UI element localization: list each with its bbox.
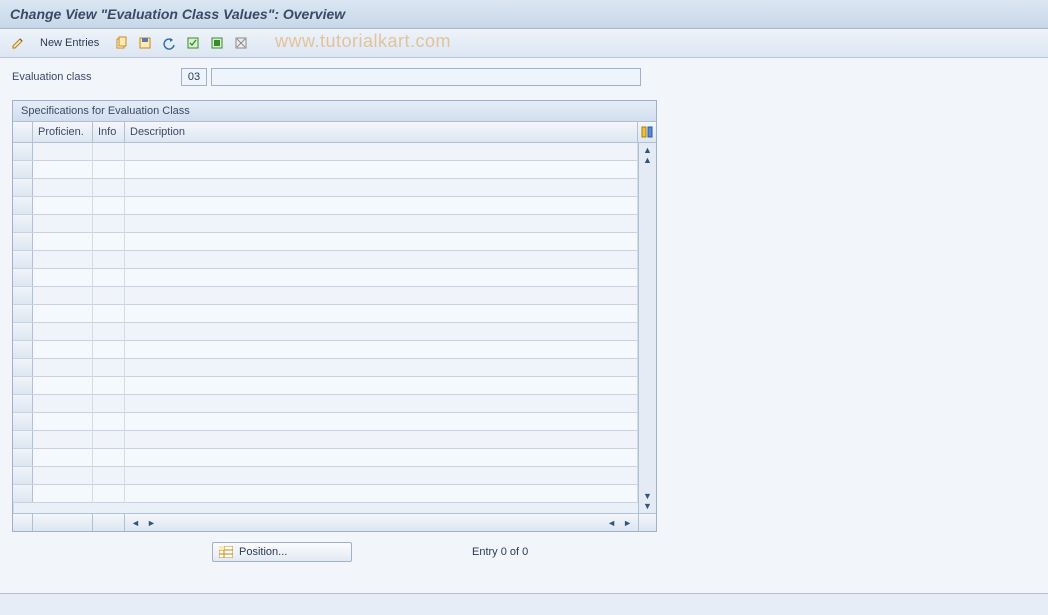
content-area: Evaluation class Specifications for Eval… [0, 58, 1048, 572]
table-row[interactable] [13, 359, 638, 377]
evaluation-class-label: Evaluation class [12, 71, 177, 83]
table-settings-icon[interactable] [638, 122, 656, 142]
col-description[interactable]: Description [125, 122, 638, 142]
page-title: Change View "Evaluation Class Values": O… [10, 6, 1038, 22]
scroll-left-icon[interactable]: ◄ [129, 518, 142, 528]
table-row[interactable] [13, 179, 638, 197]
copy-icon[interactable] [111, 33, 131, 53]
entry-status: Entry 0 of 0 [472, 546, 528, 558]
watermark-text: www.tutorialkart.com [275, 31, 451, 52]
table-row[interactable] [13, 413, 638, 431]
table-row[interactable] [13, 269, 638, 287]
change-icon[interactable] [8, 33, 28, 53]
panel-title: Specifications for Evaluation Class [13, 101, 656, 122]
evaluation-class-code-input[interactable] [181, 68, 207, 86]
select-all-icon[interactable] [183, 33, 203, 53]
position-button[interactable]: Position... [212, 542, 352, 562]
footer-row: Position... Entry 0 of 0 [12, 542, 1036, 562]
scroll-down-icon[interactable]: ▼ [643, 491, 652, 501]
table-row[interactable] [13, 305, 638, 323]
spec-panel: Specifications for Evaluation Class Prof… [12, 100, 657, 532]
table-row[interactable] [13, 323, 638, 341]
table-row[interactable] [13, 431, 638, 449]
table-row[interactable] [13, 197, 638, 215]
evaluation-class-desc-input[interactable] [211, 68, 641, 86]
grid-header: Proficien. Info Description [13, 122, 656, 143]
scroll-up-icon[interactable]: ▲ [643, 155, 652, 165]
save-variant-icon[interactable] [135, 33, 155, 53]
row-selector-header[interactable] [13, 122, 33, 142]
table-row[interactable] [13, 287, 638, 305]
vertical-scrollbar[interactable]: ▲ ▲ ▼ ▼ [638, 143, 656, 513]
title-bar: Change View "Evaluation Class Values": O… [0, 0, 1048, 29]
table-row[interactable] [13, 467, 638, 485]
table-row[interactable] [13, 485, 638, 503]
table-row[interactable] [13, 161, 638, 179]
new-entries-button[interactable]: New Entries [32, 35, 107, 51]
col-info[interactable]: Info [93, 122, 125, 142]
table-row[interactable] [13, 143, 638, 161]
scroll-up-icon[interactable]: ▲ [643, 145, 652, 155]
table-row[interactable] [13, 215, 638, 233]
grid-body: ▲ ▲ ▼ ▼ [13, 143, 656, 513]
table-row[interactable] [13, 251, 638, 269]
evaluation-class-row: Evaluation class [12, 68, 1036, 86]
table-row[interactable] [13, 341, 638, 359]
toolbar: New Entries www.tutorialkart.com [0, 29, 1048, 58]
table-row[interactable] [13, 395, 638, 413]
scroll-right-icon[interactable]: ► [145, 518, 158, 528]
position-button-label: Position... [239, 546, 287, 558]
table-row[interactable] [13, 449, 638, 467]
table-row[interactable] [13, 377, 638, 395]
table-row[interactable] [13, 233, 638, 251]
undo-icon[interactable] [159, 33, 179, 53]
select-block-icon[interactable] [207, 33, 227, 53]
scroll-left-end-icon[interactable]: ◄ [605, 518, 618, 528]
grid-rows [13, 143, 638, 513]
status-bar [0, 593, 1048, 615]
deselect-all-icon[interactable] [231, 33, 251, 53]
scroll-right-end-icon[interactable]: ► [621, 518, 634, 528]
scroll-down-icon[interactable]: ▼ [643, 501, 652, 511]
grid-icon [219, 546, 233, 558]
horizontal-scrollbar[interactable]: ◄ ► ◄ ► [13, 513, 656, 531]
col-proficiency[interactable]: Proficien. [33, 122, 93, 142]
